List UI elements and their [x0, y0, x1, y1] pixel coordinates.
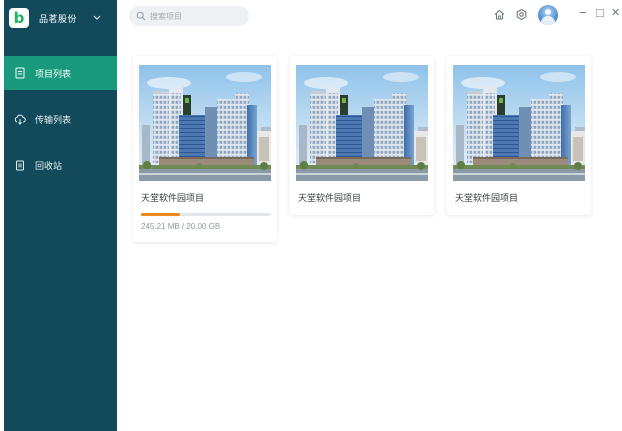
sidebar-item-recycle-bin[interactable]: 回收站: [4, 148, 117, 182]
home-icon[interactable]: [493, 8, 506, 21]
project-card[interactable]: 天堂软件园项目: [290, 56, 434, 215]
storage-progress-bar: [141, 213, 271, 216]
close-button[interactable]: ✕: [611, 6, 620, 20]
project-card[interactable]: 天堂软件园项目: [447, 56, 591, 215]
settings-icon[interactable]: [515, 8, 528, 21]
brand-name: 品茗股份: [39, 13, 78, 24]
project-title: 天堂软件园项目: [141, 193, 205, 203]
project-title: 天堂软件园项目: [298, 193, 362, 203]
search-input[interactable]: [150, 11, 246, 21]
trash-icon: [14, 159, 26, 171]
project-thumbnail: [453, 65, 585, 181]
storage-usage-text: 245.21 MB / 20.00 GB: [141, 222, 221, 231]
search-icon: [136, 11, 146, 21]
sidebar: b 品茗股份 项目列表 传输列表 回收站: [4, 0, 117, 431]
sidebar-item-label: 传输列表: [35, 114, 72, 125]
document-icon: [14, 67, 26, 79]
sidebar-item-label: 回收站: [35, 160, 63, 171]
project-thumbnail: [296, 65, 428, 181]
project-thumbnail: [139, 65, 271, 181]
sidebar-item-project-list[interactable]: 项目列表: [4, 56, 117, 90]
chevron-down-icon: [93, 13, 101, 23]
maximize-button[interactable]: □: [596, 6, 604, 20]
sidebar-item-transfer-list[interactable]: 传输列表: [4, 102, 117, 136]
brand-switcher[interactable]: b 品茗股份: [9, 6, 114, 30]
minimize-button[interactable]: −: [579, 6, 587, 20]
cloud-transfer-icon: [14, 113, 26, 125]
storage-progress-fill: [141, 213, 180, 216]
app-logo: b: [9, 8, 29, 28]
avatar[interactable]: [538, 5, 558, 25]
sidebar-nav: 项目列表 传输列表 回收站: [4, 56, 117, 194]
project-title: 天堂软件园项目: [455, 193, 519, 203]
avatar-head: [545, 9, 551, 15]
search-box[interactable]: [129, 6, 249, 26]
sidebar-item-label: 项目列表: [35, 68, 72, 79]
avatar-body: [541, 16, 555, 25]
project-card[interactable]: 天堂软件园项目 245.21 MB / 20.00 GB: [133, 56, 277, 242]
